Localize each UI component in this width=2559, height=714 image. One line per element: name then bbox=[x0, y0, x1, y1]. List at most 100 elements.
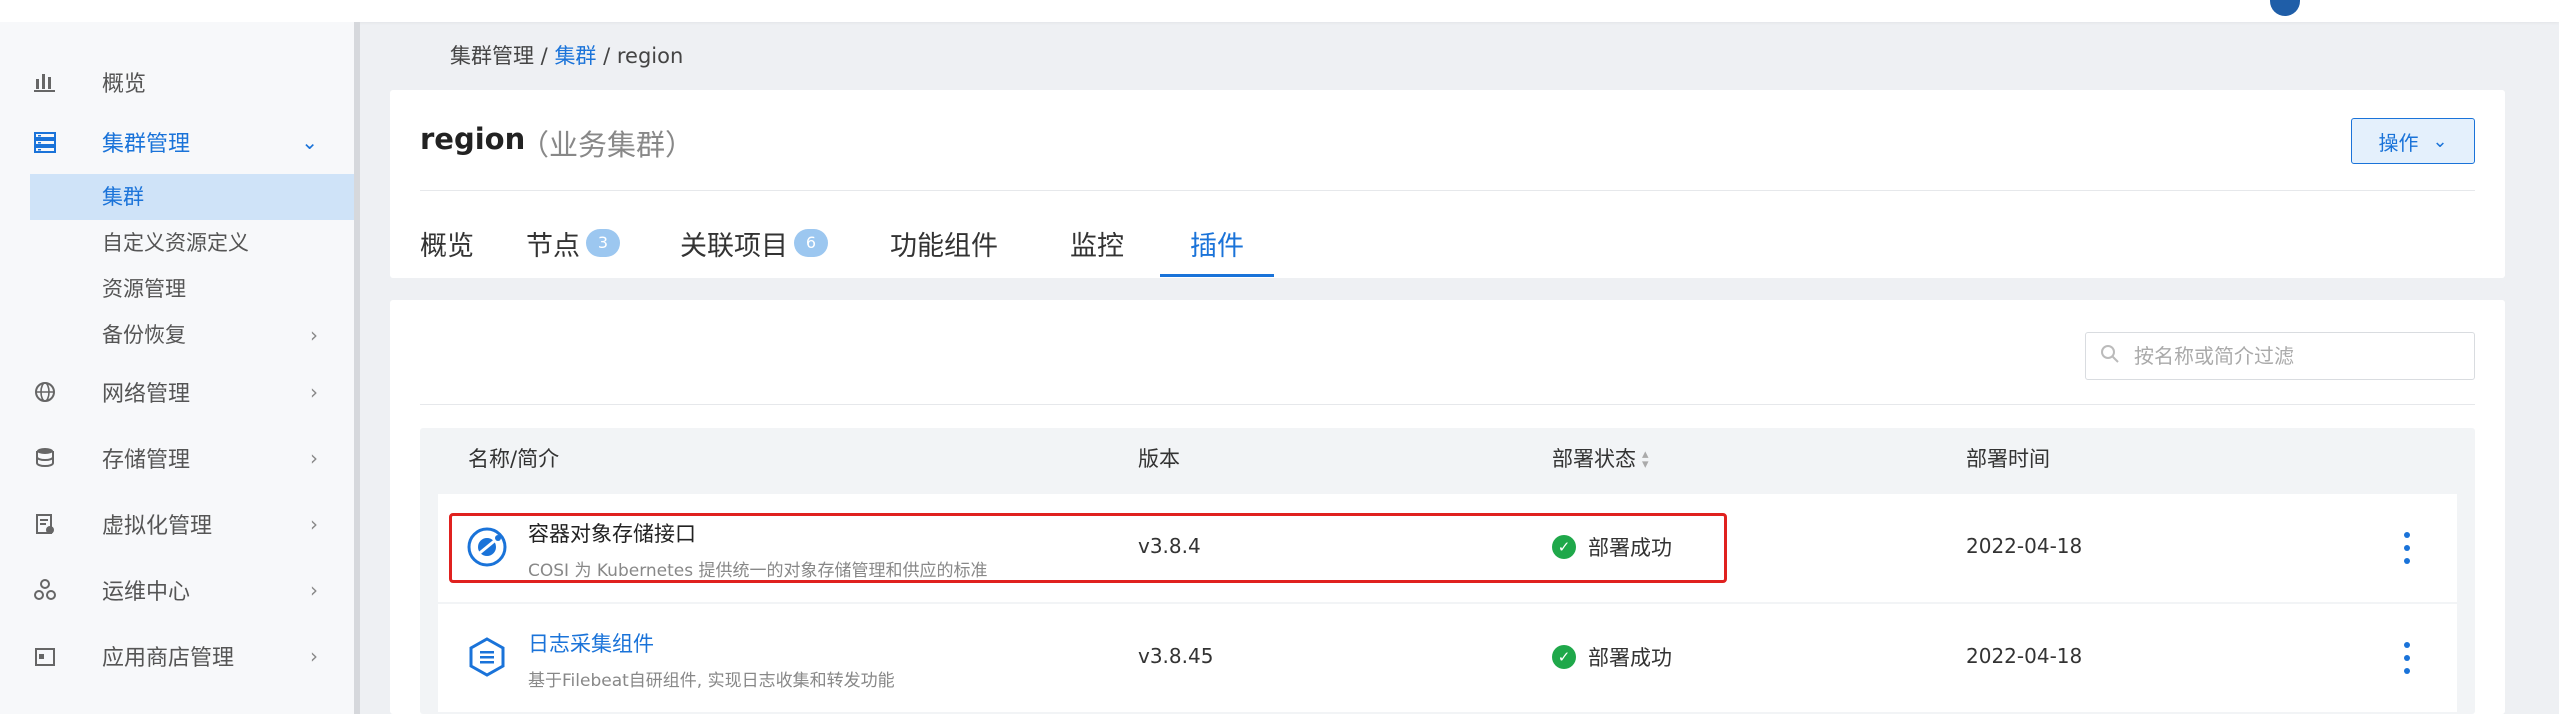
status-label: 部署成功 bbox=[1588, 536, 1672, 560]
tab-overview[interactable]: 概览 bbox=[420, 208, 474, 278]
sidebar-item-cluster-management[interactable]: 集群管理 ⌄ bbox=[30, 112, 354, 172]
plugin-description: 基于Filebeat自研组件, 实现日志收集和转发功能 bbox=[528, 671, 895, 691]
sidebar-item-app-store[interactable]: 应用商店管理 › bbox=[30, 626, 354, 686]
status-label: 部署成功 bbox=[1588, 646, 1672, 670]
tab-components[interactable]: 功能组件 bbox=[890, 208, 998, 278]
sidebar-item-overview[interactable]: 概览 bbox=[30, 52, 354, 112]
count-badge: 6 bbox=[794, 229, 828, 257]
actions-label: 操作 bbox=[2378, 130, 2419, 155]
vm-icon bbox=[30, 509, 60, 539]
tab-label: 关联项目 bbox=[680, 230, 788, 262]
tab-related-projects[interactable]: 关联项目 6 bbox=[680, 208, 828, 278]
tab-nodes[interactable]: 节点 3 bbox=[526, 208, 620, 278]
page-subtitle: （业务集群） bbox=[520, 128, 695, 162]
chevron-right-icon: › bbox=[310, 512, 318, 536]
sidebar-subitem-label: 自定义资源定义 bbox=[102, 231, 249, 255]
chevron-up-icon: ⌄ bbox=[301, 130, 318, 154]
breadcrumb: 集群管理 / 集群 / region bbox=[450, 40, 683, 70]
plugin-name[interactable]: 容器对象存储接口 bbox=[528, 518, 696, 548]
avatar[interactable] bbox=[2270, 0, 2300, 16]
sidebar-item-ops-center[interactable]: 运维中心 › bbox=[30, 560, 354, 620]
sidebar-item-virtualization[interactable]: 虚拟化管理 › bbox=[30, 494, 354, 554]
sidebar-item-label: 虚拟化管理 bbox=[102, 514, 213, 539]
deploy-status: ✓ 部署成功 bbox=[1552, 532, 1672, 562]
sidebar-item-label: 应用商店管理 bbox=[102, 646, 235, 671]
tab-label: 节点 bbox=[526, 230, 580, 262]
plugin-description: COSI 为 Kubernetes 提供统一的对象存储管理和供应的标准 bbox=[528, 561, 988, 581]
more-actions-icon[interactable] bbox=[2397, 638, 2417, 678]
chevron-down-icon: ⌄ bbox=[2432, 130, 2448, 152]
tab-label: 监控 bbox=[1070, 230, 1124, 262]
count-badge: 3 bbox=[586, 229, 620, 257]
tab-monitoring[interactable]: 监控 bbox=[1070, 208, 1124, 278]
tab-label: 功能组件 bbox=[890, 230, 998, 262]
breadcrumb-separator: / bbox=[596, 44, 617, 68]
sidebar-subitem-label: 集群 bbox=[102, 185, 144, 209]
breadcrumb-current: region bbox=[616, 44, 684, 68]
sidebar-subitem-resource-management[interactable]: 资源管理 bbox=[30, 266, 354, 312]
database-icon bbox=[30, 443, 60, 473]
table-row[interactable]: 容器对象存储接口 COSI 为 Kubernetes 提供统一的对象存储管理和供… bbox=[438, 494, 2457, 602]
divider bbox=[420, 404, 2475, 405]
divider bbox=[420, 190, 2475, 191]
filter-input[interactable] bbox=[2132, 343, 2456, 369]
check-circle-icon: ✓ bbox=[1552, 535, 1576, 559]
sidebar-subitem-backup[interactable]: 备份恢复 › bbox=[30, 312, 354, 358]
plugins-table: 名称/简介 版本 部署状态 ▴ ▾ 部署时间 容器对象存储接口 COSI 为 Kub… bbox=[420, 428, 2475, 714]
search-icon bbox=[2100, 344, 2120, 369]
column-header-label: 部署状态 bbox=[1552, 447, 1636, 471]
ops-icon bbox=[30, 575, 60, 605]
breadcrumb-cluster-management[interactable]: 集群管理 bbox=[450, 44, 534, 68]
store-icon bbox=[30, 641, 60, 671]
sort-icon[interactable]: ▴ ▾ bbox=[1642, 448, 1649, 471]
sidebar-item-network[interactable]: 网络管理 › bbox=[30, 362, 354, 422]
plugins-card: 名称/简介 版本 部署状态 ▴▾ 部署时间 容器对象存储接口 COSI 为 Kub… bbox=[390, 300, 2505, 714]
sidebar-item-label: 运维中心 bbox=[102, 580, 191, 605]
column-header-time: 部署时间 bbox=[1966, 447, 2050, 471]
sidebar-item-storage[interactable]: 存储管理 › bbox=[30, 428, 354, 488]
sidebar-subitem-crd[interactable]: 自定义资源定义 bbox=[30, 220, 354, 266]
chevron-right-icon: › bbox=[310, 578, 318, 602]
breadcrumb-separator: / bbox=[534, 44, 555, 68]
column-header-version: 版本 bbox=[1138, 447, 1180, 471]
column-header-name: 名称/简介 bbox=[468, 447, 560, 471]
tab-plugins[interactable]: 插件 bbox=[1190, 208, 1244, 278]
sidebar-item-label: 存储管理 bbox=[102, 448, 191, 473]
chevron-right-icon: › bbox=[310, 446, 318, 470]
page-title: region bbox=[420, 122, 526, 156]
sidebar: 概览 集群管理 ⌄ 集群 自定义资源定义 资源管理 备份恢复 › 网络管理 › … bbox=[0, 22, 354, 714]
chevron-right-icon: › bbox=[310, 644, 318, 668]
column-header-status[interactable]: 部署状态 ▴ ▾ bbox=[1552, 428, 1649, 490]
plugin-version: v3.8.45 bbox=[1138, 644, 1214, 668]
sidebar-subitem-label: 备份恢复 bbox=[102, 323, 186, 347]
plugin-version: v3.8.4 bbox=[1138, 534, 1201, 558]
filter-box[interactable] bbox=[2085, 332, 2475, 380]
sidebar-scrollbar[interactable] bbox=[354, 22, 360, 714]
deploy-time: 2022-04-18 bbox=[1966, 534, 2083, 558]
tab-label: 概览 bbox=[420, 230, 474, 262]
sidebar-subitem-cluster[interactable]: 集群 bbox=[30, 174, 354, 220]
sidebar-item-label: 网络管理 bbox=[102, 382, 191, 407]
tab-label: 插件 bbox=[1190, 230, 1244, 262]
more-actions-icon[interactable] bbox=[2397, 528, 2417, 568]
active-tab-indicator bbox=[1160, 274, 1274, 277]
chevron-right-icon: › bbox=[310, 323, 318, 347]
deploy-status: ✓ 部署成功 bbox=[1552, 642, 1672, 672]
check-circle-icon: ✓ bbox=[1552, 645, 1576, 669]
plugin-name[interactable]: 日志采集组件 bbox=[528, 628, 654, 658]
sidebar-item-label: 集群管理 bbox=[102, 132, 191, 157]
sidebar-item-label: 概览 bbox=[102, 72, 147, 97]
cosi-icon bbox=[466, 526, 508, 568]
top-bar bbox=[0, 0, 2559, 22]
sidebar-subitem-label: 资源管理 bbox=[102, 277, 186, 301]
globe-icon bbox=[30, 377, 60, 407]
cluster-header-card: region （业务集群） 操作 ⌄ 概览 节点 3 关联项目 6 功能组件 监控 … bbox=[390, 90, 2505, 278]
bar-chart-icon bbox=[30, 67, 60, 97]
breadcrumb-cluster[interactable]: 集群 bbox=[554, 44, 596, 68]
log-collector-icon bbox=[466, 636, 508, 678]
server-icon bbox=[30, 127, 60, 157]
deploy-time: 2022-04-18 bbox=[1966, 644, 2083, 668]
chevron-right-icon: › bbox=[310, 380, 318, 404]
table-row[interactable]: 日志采集组件 基于Filebeat自研组件, 实现日志收集和转发功能 v3.8.… bbox=[438, 604, 2457, 712]
actions-dropdown-button[interactable]: 操作 ⌄ bbox=[2351, 118, 2475, 164]
